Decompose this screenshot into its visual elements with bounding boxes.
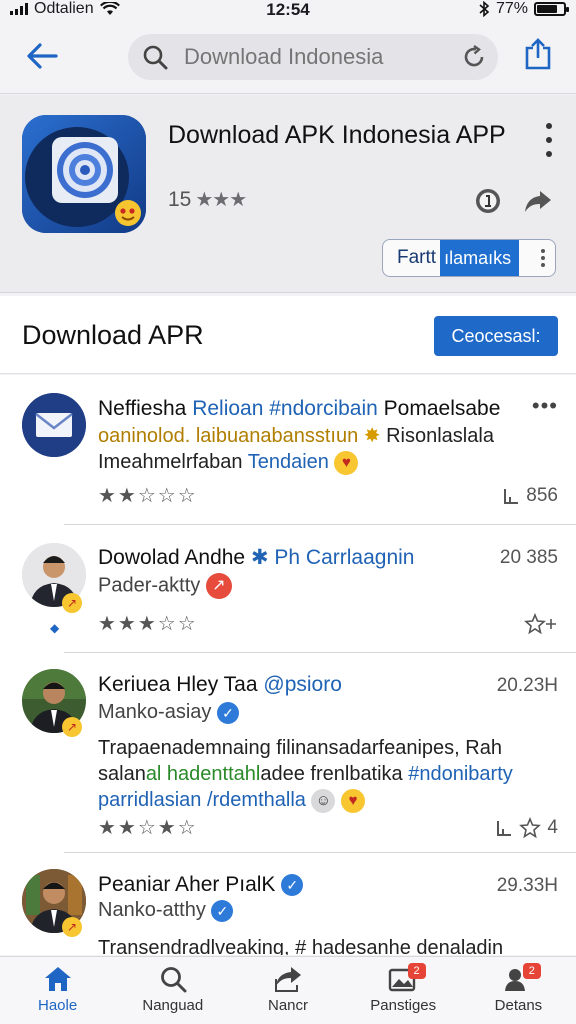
notification-badge: 2	[407, 963, 426, 979]
post-handle: Nanko-atthy ✓	[98, 899, 234, 922]
post-author: Keriuea Hley Taa @psioro	[98, 673, 342, 696]
star-outline-icon	[519, 817, 542, 839]
post-body: oaninolod. laibuanabansstıun ✸ Risonlasl…	[98, 425, 494, 475]
post-time: 20.23H	[496, 675, 558, 696]
post-author: Dowolad Andhe ✱ Ph Carrlaagnin	[98, 546, 415, 569]
post-author: Neffiesha Relioan #ndorcibain Pomaelsabe	[98, 397, 501, 420]
search-icon	[143, 45, 168, 70]
bar-chart-icon	[504, 489, 519, 504]
tab-profile[interactable]: 2 Detans	[461, 957, 576, 1024]
mail-avatar	[22, 393, 86, 457]
heart-eyes-emoji-icon: ♥	[341, 788, 366, 813]
forward-share-icon[interactable]	[524, 189, 552, 213]
share-icon[interactable]	[524, 38, 552, 70]
post-hashtag[interactable]: Relioan #ndorcibain	[192, 397, 378, 420]
tab-home[interactable]: Haole	[0, 957, 115, 1024]
tab-pages[interactable]: 2 Panstiges	[346, 957, 461, 1024]
post-rating[interactable]: ★★★☆☆	[98, 611, 198, 636]
back-arrow-icon[interactable]	[22, 36, 62, 76]
mail-icon	[22, 393, 86, 457]
heart-eyes-emoji-icon: ♥	[334, 450, 359, 475]
app-title: Download APK Indonesia APP	[168, 121, 506, 149]
search-bar[interactable]	[128, 34, 498, 80]
app-logo-icon	[22, 115, 146, 233]
bluetooth-icon	[479, 1, 490, 17]
list-item[interactable]: ↗ Keriuea Hley Taa @psioro 20.23H Manko-…	[0, 653, 576, 853]
section-action-button[interactable]: Ceocesasl:	[434, 316, 558, 356]
search-icon	[160, 967, 187, 993]
post-handle: Manko-asiay ✓	[98, 701, 239, 724]
post-author: Peaniar Aher PıalK ✓	[98, 873, 304, 897]
info-circle-icon[interactable]	[474, 187, 502, 215]
more-options-icon[interactable]	[544, 123, 554, 157]
post-handle: Pader-aktty ↗	[98, 573, 232, 599]
verified-icon: ✓	[211, 899, 234, 922]
section-header: Download APR Ceocesasl:	[0, 296, 576, 374]
badge-emoji-icon: ↗	[62, 593, 82, 613]
person-emoji-icon: ☺	[311, 788, 336, 813]
battery-icon	[534, 2, 569, 16]
section-title: Download APR	[22, 320, 204, 350]
home-icon	[44, 967, 71, 991]
badge-emoji-icon: ↗	[62, 917, 82, 937]
app-rating: 15 ★★★	[168, 187, 247, 212]
tab-share[interactable]: Nancr	[230, 957, 345, 1024]
status-bar: Odtalien 12:54 77%	[0, 0, 576, 22]
top-bar	[0, 22, 576, 94]
list-item[interactable]: ↗ Peaniar Aher PıalK ✓ 29.33H Nanko-atth…	[0, 853, 576, 955]
sparkle-icon: ✸	[363, 425, 381, 447]
post-time: 29.33H	[496, 875, 558, 896]
follow-options-icon[interactable]	[541, 249, 545, 267]
follow-label: Fartt	[397, 247, 437, 268]
rating-stars: ★★★	[195, 189, 247, 211]
post-rating[interactable]: ★★☆★☆	[98, 815, 198, 840]
battery-percent: 77%	[495, 0, 528, 17]
list-item[interactable]: Neffiesha Relioan #ndorcibain Pomaelsabe…	[0, 375, 576, 525]
star-add-icon[interactable]	[524, 613, 558, 635]
post-rating[interactable]: ★★☆☆☆	[98, 483, 198, 508]
post-time: 20 385	[499, 547, 558, 568]
search-input[interactable]	[184, 34, 454, 80]
share-icon	[275, 967, 301, 992]
reaction-icon: ↗	[205, 573, 232, 599]
badge-emoji-icon: ↗	[62, 717, 82, 737]
post-more-icon[interactable]: •••	[532, 393, 558, 419]
feed-list: Neffiesha Relioan #ndorcibain Pomaelsabe…	[0, 375, 576, 955]
follow-label-highlight: ılamaıks	[440, 240, 520, 276]
post-mention[interactable]: @psioro	[263, 673, 342, 696]
app-card: Download APK Indonesia APP 15 ★★★ Fartt …	[0, 95, 576, 293]
app-icon[interactable]	[22, 115, 146, 233]
bottom-tab-bar: Haole Nanguad Nancr 2 Panstiges 2 Detans	[0, 956, 576, 1024]
notification-badge: 2	[522, 963, 541, 979]
verified-icon: ✓	[281, 874, 304, 897]
list-item[interactable]: ↗ ◆ Dowolad Andhe ✱ Ph Carrlaagnin 20 38…	[0, 525, 576, 653]
indicator-dot-icon: ◆	[50, 621, 60, 635]
post-count: 4	[495, 817, 558, 839]
rating-count: 15	[168, 187, 192, 211]
post-hashtag[interactable]: ✱ Ph Carrlaagnin	[251, 546, 415, 569]
bar-chart-icon	[497, 821, 512, 836]
verified-icon: ✓	[216, 701, 239, 724]
refresh-icon[interactable]	[462, 45, 486, 69]
tab-search[interactable]: Nanguad	[115, 957, 230, 1024]
follow-button[interactable]: Fartt ılamaıks	[382, 239, 556, 277]
post-body: Trapaenademnaing filinansadarfeanipes, R…	[98, 737, 513, 813]
post-count: 856	[502, 485, 558, 507]
post-body: Transendradlveaking, # hadesanhe denalad…	[98, 937, 504, 955]
